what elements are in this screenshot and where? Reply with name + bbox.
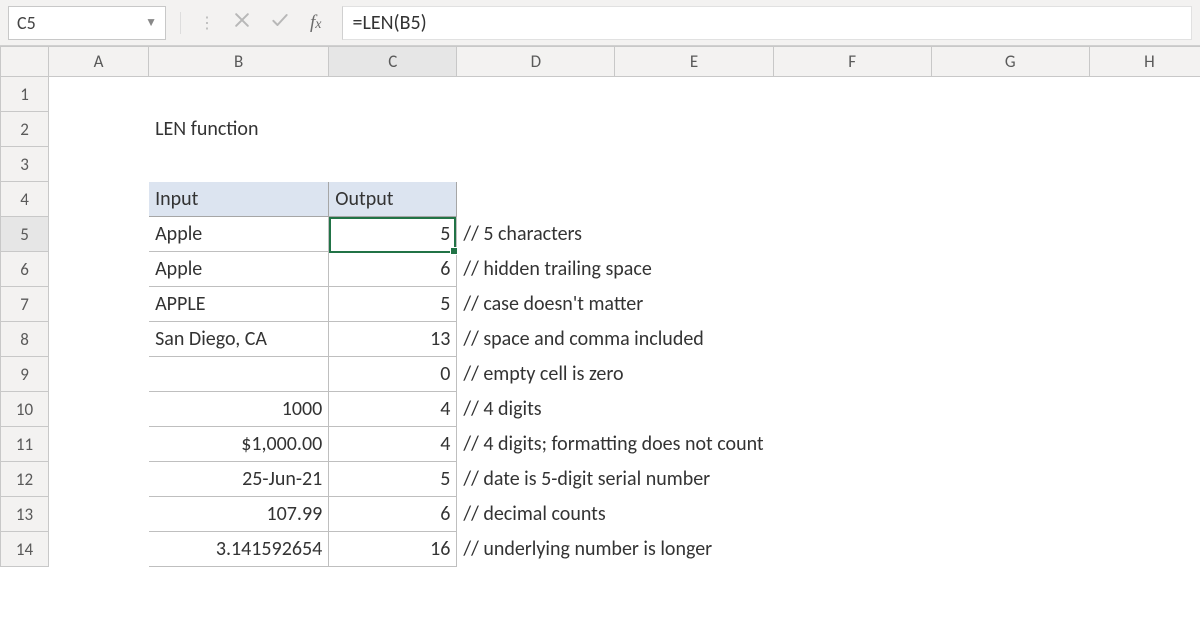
col-header-A[interactable]: A xyxy=(49,47,149,77)
row-header[interactable]: 9 xyxy=(1,357,49,392)
row-14[interactable]: 14 3.141592654 16 // underlying number i… xyxy=(1,532,1200,567)
row-header[interactable]: 3 xyxy=(1,147,49,182)
col-header-B[interactable]: B xyxy=(149,47,329,77)
cell-B12[interactable]: 25-Jun-21 xyxy=(149,462,329,497)
cell-B11[interactable]: $1,000.00 xyxy=(149,427,329,462)
cell-B5[interactable]: Apple xyxy=(149,217,329,252)
row-header[interactable]: 13 xyxy=(1,497,49,532)
row-header[interactable]: 14 xyxy=(1,532,49,567)
row-7[interactable]: 7 APPLE 5 // case doesn't matter xyxy=(1,287,1200,322)
vdots-icon: ⋮ xyxy=(199,13,214,33)
formula-bar: C5 ▼ ⋮ fx =LEN(B5) xyxy=(0,0,1200,46)
cell-comment[interactable]: // underlying number is longer xyxy=(457,532,1200,567)
cell-C13[interactable]: 6 xyxy=(329,497,457,532)
col-header-H[interactable]: H xyxy=(1089,47,1200,77)
cell-comment[interactable]: // 5 characters xyxy=(457,217,1200,252)
cell-C10[interactable]: 4 xyxy=(329,392,457,427)
select-all-corner[interactable] xyxy=(1,47,49,77)
separator xyxy=(180,12,181,34)
chevron-down-icon[interactable]: ▼ xyxy=(145,15,157,30)
row-2[interactable]: 2 LEN function xyxy=(1,112,1200,147)
col-header-F[interactable]: F xyxy=(773,47,931,77)
formula-bar-buttons: ⋮ fx xyxy=(166,10,342,35)
row-header[interactable]: 8 xyxy=(1,322,49,357)
name-box-value: C5 xyxy=(17,12,36,34)
cell-C5[interactable]: 5 xyxy=(329,217,457,252)
cell-C6[interactable]: 6 xyxy=(329,252,457,287)
row-11[interactable]: 11 $1,000.00 4 // 4 digits; formatting d… xyxy=(1,427,1200,462)
grid-body[interactable]: 1 2 LEN function 3 4 Input Output xyxy=(1,77,1200,567)
row-header[interactable]: 6 xyxy=(1,252,49,287)
cell-comment[interactable]: // space and comma included xyxy=(457,322,1200,357)
cell-C14[interactable]: 16 xyxy=(329,532,457,567)
row-3[interactable]: 3 xyxy=(1,147,1200,182)
row-12[interactable]: 12 25-Jun-21 5 // date is 5-digit serial… xyxy=(1,462,1200,497)
cell-comment[interactable]: // decimal counts xyxy=(457,497,1200,532)
cell-comment[interactable]: // hidden trailing space xyxy=(457,252,1200,287)
row-header[interactable]: 1 xyxy=(1,77,49,112)
table-header-input[interactable]: Input xyxy=(149,182,329,217)
spreadsheet[interactable]: A B C D E F G H 1 2 LEN function xyxy=(0,46,1200,630)
cell-B8[interactable]: San Diego, CA xyxy=(149,322,329,357)
cell-B10[interactable]: 1000 xyxy=(149,392,329,427)
row-4[interactable]: 4 Input Output xyxy=(1,182,1200,217)
row-header[interactable]: 5 xyxy=(1,217,49,252)
cell-B9[interactable] xyxy=(149,357,329,392)
enter-icon[interactable] xyxy=(270,10,290,35)
row-header[interactable]: 7 xyxy=(1,287,49,322)
row-header[interactable]: 10 xyxy=(1,392,49,427)
grid[interactable]: A B C D E F G H 1 2 LEN function xyxy=(0,46,1200,567)
table-header-output[interactable]: Output xyxy=(329,182,457,217)
cell-C7[interactable]: 5 xyxy=(329,287,457,322)
row-1[interactable]: 1 xyxy=(1,77,1200,112)
col-header-C[interactable]: C xyxy=(329,47,457,77)
cell-B14[interactable]: 3.141592654 xyxy=(149,532,329,567)
cell-comment[interactable]: // date is 5-digit serial number xyxy=(457,462,1200,497)
cell-comment[interactable]: // 4 digits xyxy=(457,392,1200,427)
col-header-E[interactable]: E xyxy=(615,47,773,77)
row-header[interactable]: 4 xyxy=(1,182,49,217)
formula-input[interactable]: =LEN(B5) xyxy=(342,6,1193,40)
cell-B7[interactable]: APPLE xyxy=(149,287,329,322)
cell-C11[interactable]: 4 xyxy=(329,427,457,462)
cell-C9[interactable]: 0 xyxy=(329,357,457,392)
fx-icon[interactable]: fx xyxy=(308,12,328,34)
row-8[interactable]: 8 San Diego, CA 13 // space and comma in… xyxy=(1,322,1200,357)
col-header-G[interactable]: G xyxy=(931,47,1089,77)
cell-B13[interactable]: 107.99 xyxy=(149,497,329,532)
cell-comment[interactable]: // 4 digits; formatting does not count xyxy=(457,427,1200,462)
col-header-D[interactable]: D xyxy=(457,47,615,77)
page-title: LEN function xyxy=(149,112,615,147)
cell-comment[interactable]: // empty cell is zero xyxy=(457,357,1200,392)
row-header[interactable]: 11 xyxy=(1,427,49,462)
cell-C8[interactable]: 13 xyxy=(329,322,457,357)
name-box[interactable]: C5 ▼ xyxy=(8,6,166,40)
cancel-icon[interactable] xyxy=(232,10,252,35)
row-header[interactable]: 2 xyxy=(1,112,49,147)
row-9[interactable]: 9 0 // empty cell is zero xyxy=(1,357,1200,392)
formula-text: =LEN(B5) xyxy=(353,11,427,35)
row-5[interactable]: 5 Apple 5 // 5 characters xyxy=(1,217,1200,252)
row-13[interactable]: 13 107.99 6 // decimal counts xyxy=(1,497,1200,532)
row-10[interactable]: 10 1000 4 // 4 digits xyxy=(1,392,1200,427)
cell-C12[interactable]: 5 xyxy=(329,462,457,497)
column-headers[interactable]: A B C D E F G H xyxy=(1,47,1200,77)
row-6[interactable]: 6 Apple 6 // hidden trailing space xyxy=(1,252,1200,287)
cell-B6[interactable]: Apple xyxy=(149,252,329,287)
row-header[interactable]: 12 xyxy=(1,462,49,497)
cell-comment[interactable]: // case doesn't matter xyxy=(457,287,1200,322)
